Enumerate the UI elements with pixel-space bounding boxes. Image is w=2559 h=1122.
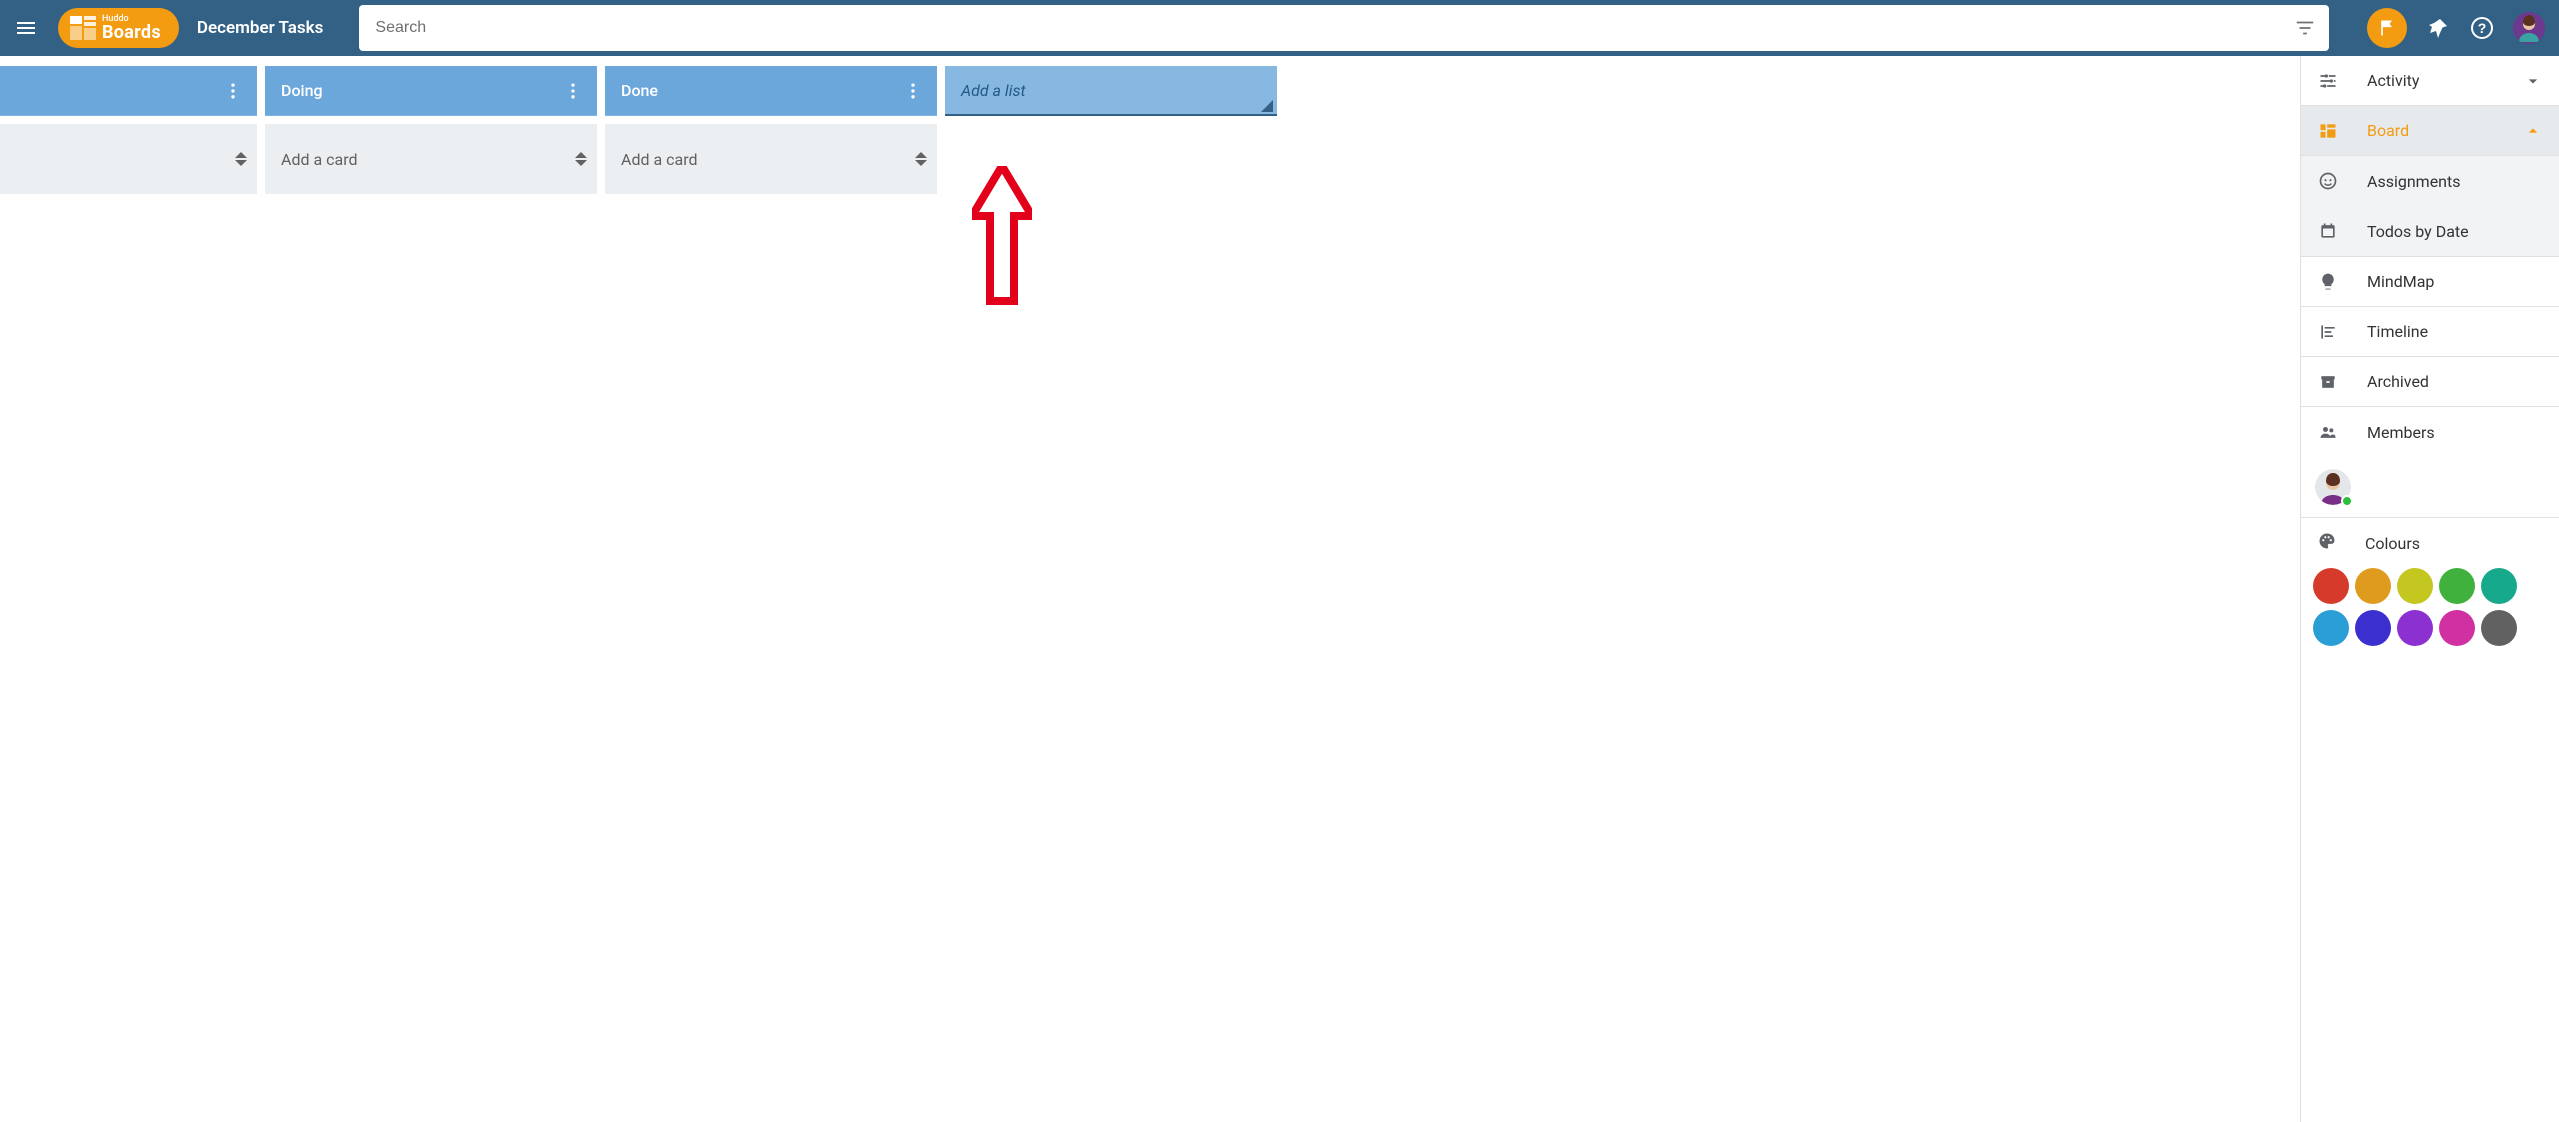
sidebar-label: Activity — [2367, 71, 2495, 90]
list-menu-icon[interactable] — [899, 77, 927, 105]
boards-logo-icon — [70, 16, 96, 40]
list-header[interactable]: Doing — [265, 66, 597, 116]
board-canvas: To Do card Doing — [0, 56, 2300, 1122]
sidebar-item-assignments[interactable]: Assignments — [2301, 156, 2559, 206]
member-avatar[interactable] — [2315, 469, 2351, 505]
colour-swatch[interactable] — [2355, 568, 2391, 604]
colour-swatch[interactable] — [2397, 610, 2433, 646]
tour-button[interactable] — [2367, 8, 2407, 48]
add-list-placeholder: Add a list — [961, 81, 1026, 100]
colour-grid — [2301, 568, 2559, 662]
colour-swatch[interactable] — [2481, 568, 2517, 604]
add-card[interactable]: card — [0, 124, 257, 194]
sidebar-label: Colours — [2365, 534, 2420, 553]
colour-swatch[interactable] — [2481, 610, 2517, 646]
members-icon — [2317, 421, 2339, 443]
board-subgroup: Assignments Todos by Date — [2301, 156, 2559, 257]
search-input[interactable] — [375, 19, 2291, 37]
search-box — [359, 5, 2329, 51]
sidebar-item-archived[interactable]: Archived — [2301, 357, 2559, 407]
sidebar-item-activity[interactable]: Activity — [2301, 56, 2559, 106]
add-card[interactable]: Add a card — [265, 124, 597, 194]
lists-row: To Do card Doing — [0, 66, 1287, 194]
list-column: Doing Add a card — [265, 66, 597, 194]
colour-swatch[interactable] — [2313, 568, 2349, 604]
colour-swatch[interactable] — [2439, 568, 2475, 604]
timeline-icon — [2317, 321, 2339, 343]
svg-text:?: ? — [2478, 20, 2487, 36]
sidebar-item-board[interactable]: Board — [2301, 106, 2559, 156]
sidebar-item-todos[interactable]: Todos by Date — [2301, 206, 2559, 256]
topbar: Huddo Boards December Tasks ? — [0, 0, 2559, 56]
list-column: To Do card — [0, 66, 257, 194]
tune-icon — [2317, 70, 2339, 92]
stepper-icon[interactable] — [235, 152, 247, 166]
colour-swatch[interactable] — [2439, 610, 2475, 646]
sidebar-item-mindmap[interactable]: MindMap — [2301, 257, 2559, 307]
chevron-up-icon — [2523, 121, 2543, 141]
list-title: Doing — [281, 81, 323, 100]
stepper-icon[interactable] — [575, 152, 587, 166]
right-panel: Activity Board Assignments — [2300, 56, 2559, 1122]
add-card-label: Add a card — [621, 150, 698, 169]
pin-icon[interactable] — [2425, 15, 2451, 41]
list-header[interactable]: Done — [605, 66, 937, 116]
add-card[interactable]: Add a card — [605, 124, 937, 194]
sidebar-item-timeline[interactable]: Timeline — [2301, 307, 2559, 357]
search-wrap — [359, 5, 2329, 51]
menu-icon[interactable] — [12, 14, 40, 42]
add-list[interactable]: Add a list — [945, 66, 1277, 116]
colour-swatch[interactable] — [2313, 610, 2349, 646]
list-menu-icon[interactable] — [559, 77, 587, 105]
sidebar-label: MindMap — [2367, 272, 2543, 291]
sidebar-label: Timeline — [2367, 322, 2543, 341]
face-icon — [2317, 170, 2339, 192]
brand-big: Boards — [102, 24, 161, 42]
filter-icon[interactable] — [2291, 14, 2319, 42]
sidebar-label: Members — [2367, 423, 2543, 442]
chevron-down-icon — [2523, 71, 2543, 91]
lightbulb-icon — [2317, 271, 2339, 293]
sidebar-item-members[interactable]: Members — [2301, 407, 2559, 457]
status-online-icon — [2341, 495, 2353, 507]
sidebar-item-colours: Colours — [2301, 518, 2559, 568]
sidebar-label: Board — [2367, 121, 2495, 140]
archive-icon — [2317, 371, 2339, 393]
user-avatar[interactable] — [2513, 12, 2545, 44]
colour-swatch[interactable] — [2355, 610, 2391, 646]
main-area: To Do card Doing — [0, 56, 2559, 1122]
help-icon[interactable]: ? — [2469, 15, 2495, 41]
board-icon — [2317, 120, 2339, 142]
calendar-icon — [2317, 220, 2339, 242]
topbar-right: ? — [2367, 8, 2545, 48]
sidebar-label: Archived — [2367, 372, 2543, 391]
members-list — [2301, 457, 2559, 518]
brand-text: Huddo Boards — [102, 15, 161, 42]
stepper-icon[interactable] — [915, 152, 927, 166]
palette-icon — [2317, 531, 2337, 555]
list-menu-icon[interactable] — [219, 77, 247, 105]
sidebar-label: Todos by Date — [2367, 222, 2543, 241]
board-title[interactable]: December Tasks — [197, 18, 324, 38]
colour-swatch[interactable] — [2397, 568, 2433, 604]
list-title: Done — [621, 81, 658, 100]
add-card-label: Add a card — [281, 150, 358, 169]
brand-logo[interactable]: Huddo Boards — [58, 8, 179, 48]
list-header[interactable]: To Do — [0, 66, 257, 116]
sidebar-label: Assignments — [2367, 172, 2543, 191]
list-column: Done Add a card — [605, 66, 937, 194]
